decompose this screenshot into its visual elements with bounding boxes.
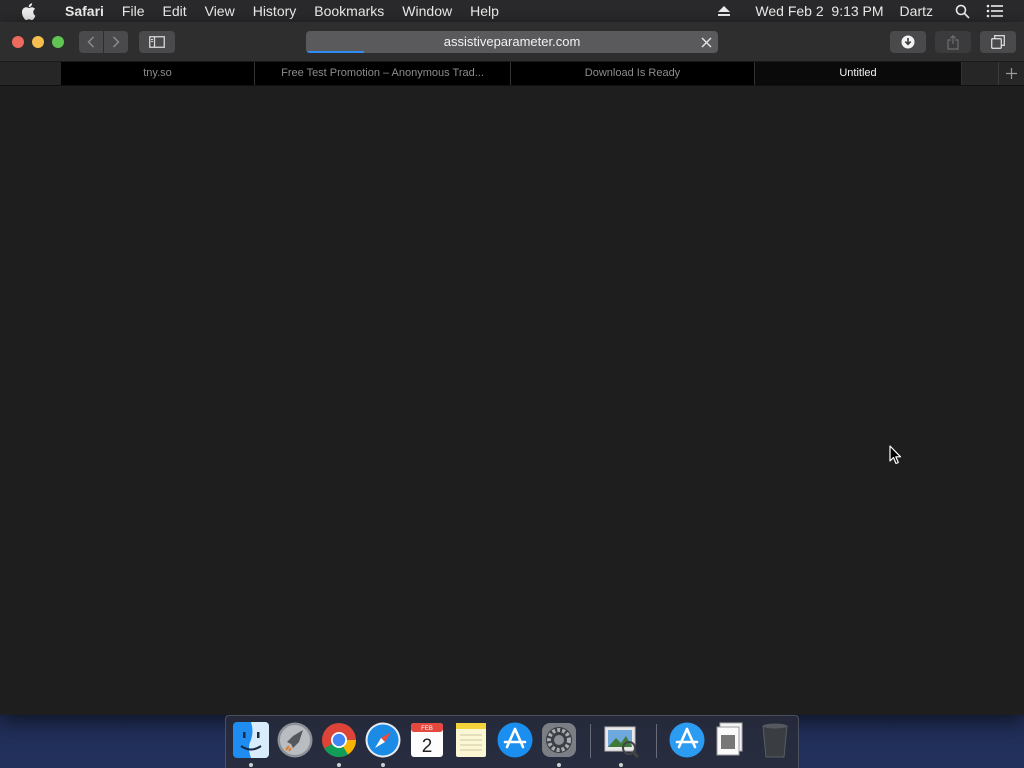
tab-overview-button[interactable] (980, 31, 1016, 53)
address-bar[interactable]: assistiveparameter.com (306, 31, 718, 53)
dock-safari-icon[interactable] (364, 721, 402, 759)
tab-untitled[interactable]: Untitled (755, 62, 962, 85)
menu-bar: Safari File Edit View History Bookmarks … (0, 0, 1024, 22)
page-content[interactable] (0, 86, 1024, 715)
sidebar-toggle-button[interactable] (139, 31, 175, 53)
close-icon (701, 37, 711, 47)
spotlight-icon[interactable] (947, 4, 978, 19)
dock-applications-icon[interactable] (668, 721, 706, 759)
menu-view[interactable]: View (196, 0, 244, 22)
dock-trash-icon[interactable] (756, 721, 794, 759)
downloads-button[interactable] (890, 31, 926, 53)
dock-system-preferences-icon[interactable] (540, 721, 578, 759)
menu-file[interactable]: File (113, 0, 154, 22)
dock-chrome-icon[interactable] (320, 721, 358, 759)
menu-clock[interactable]: Wed Feb 2 9:13 PM (739, 3, 895, 19)
menu-help[interactable]: Help (461, 0, 508, 22)
tab-download-is-ready[interactable]: Download Is Ready (511, 62, 755, 85)
page-load-progress (306, 51, 364, 53)
menu-app-name[interactable]: Safari (56, 0, 113, 22)
url-field[interactable]: assistiveparameter.com (306, 31, 718, 53)
calendar-month-label: FEB (421, 726, 433, 732)
tab-bar: tny.so Free Test Promotion – Anonymous T… (0, 62, 1024, 86)
chevron-right-icon (112, 36, 120, 48)
share-button[interactable] (935, 31, 971, 53)
safari-window: assistiveparameter.com tny.so Free Test … (0, 22, 1024, 715)
dock-launchpad-icon[interactable] (276, 721, 314, 759)
dock-separator (590, 724, 591, 758)
calendar-day-label: 2 (422, 736, 433, 757)
stop-loading-button[interactable] (698, 34, 714, 50)
minimize-window-button[interactable] (32, 36, 44, 48)
menu-history[interactable]: History (244, 0, 306, 22)
dock-notes-icon[interactable] (452, 721, 490, 759)
tab-tny-so[interactable]: tny.so (61, 62, 255, 85)
system-preferences-running-indicator (557, 763, 561, 767)
apple-icon[interactable] (0, 2, 56, 20)
back-button[interactable] (79, 31, 103, 53)
tab-free-test-promotion[interactable]: Free Test Promotion – Anonymous Trad... (255, 62, 511, 85)
sidebar-icon (149, 36, 165, 48)
share-icon (947, 34, 959, 50)
dock-preview-icon[interactable] (602, 721, 640, 759)
dock: FEB 2 (225, 715, 799, 768)
close-window-button[interactable] (12, 36, 24, 48)
toolbar: assistiveparameter.com (0, 22, 1024, 62)
notification-center-icon[interactable] (978, 4, 1012, 18)
eject-icon[interactable] (709, 5, 739, 17)
new-tab-button[interactable] (998, 62, 1024, 85)
download-icon (901, 35, 915, 49)
dock-app-store-icon[interactable] (496, 721, 534, 759)
menu-user[interactable]: Dartz (896, 3, 947, 19)
dock-separator (656, 724, 657, 758)
menu-edit[interactable]: Edit (153, 0, 195, 22)
chevron-left-icon (87, 36, 95, 48)
dock-calendar-icon[interactable]: FEB 2 (408, 721, 446, 759)
tab-overview-icon (991, 35, 1005, 49)
dock-finder-icon[interactable] (232, 721, 270, 759)
fullscreen-window-button[interactable] (52, 36, 64, 48)
menu-bookmarks[interactable]: Bookmarks (305, 0, 393, 22)
menu-window[interactable]: Window (393, 0, 461, 22)
plus-icon (1006, 68, 1017, 79)
safari-running-indicator (381, 763, 385, 767)
menu-extras: Wed Feb 2 9:13 PM Dartz (709, 0, 1024, 22)
finder-running-indicator (249, 763, 253, 767)
dock-documents-icon[interactable] (712, 721, 750, 759)
forward-button[interactable] (104, 31, 128, 53)
mouse-cursor-icon (889, 445, 902, 465)
chrome-running-indicator (337, 763, 341, 767)
preview-running-indicator (619, 763, 623, 767)
